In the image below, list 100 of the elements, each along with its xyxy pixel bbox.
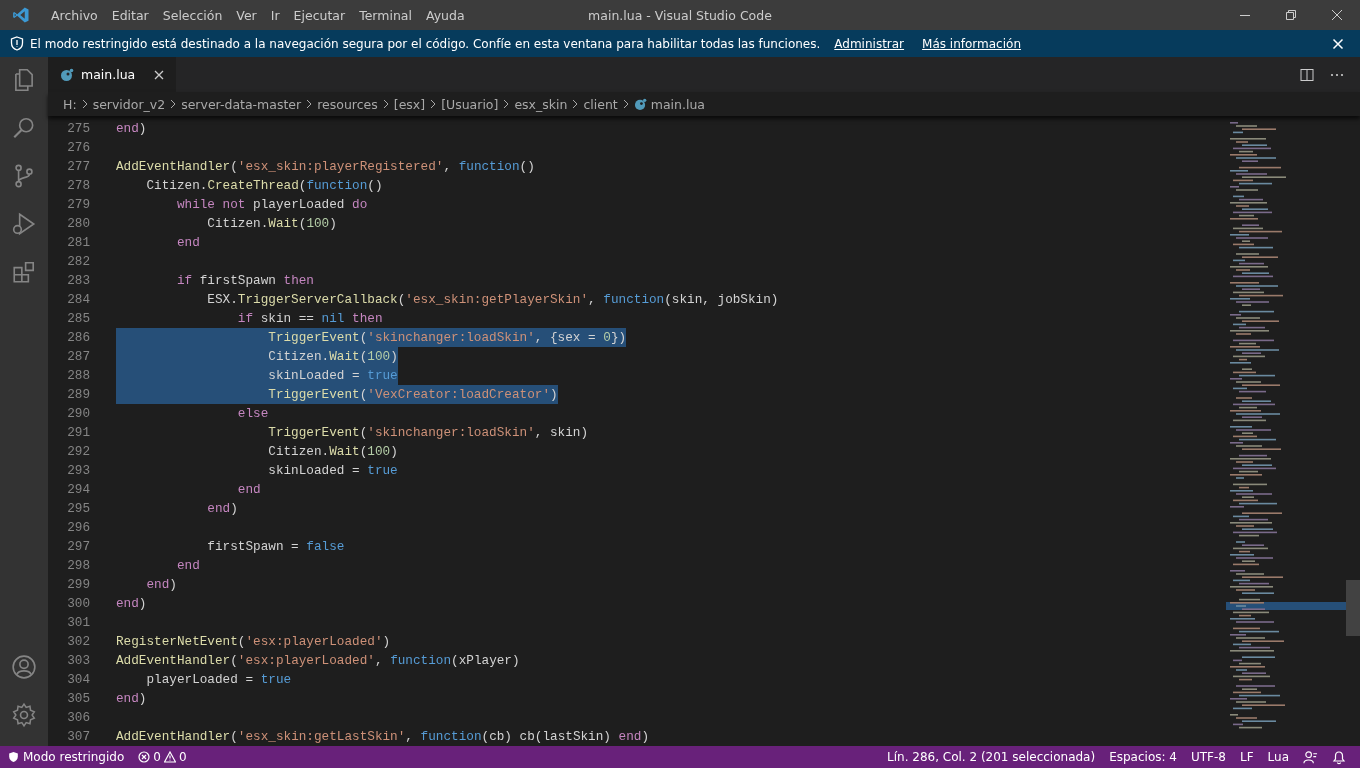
breadcrumb-item[interactable]: main.lua	[650, 96, 705, 112]
breadcrumb-item[interactable]: client	[583, 96, 618, 112]
banner-message: El modo restringido está destinado a la navegación segura por el código. Confíe en esta ventana para habilitar todas las funciones.	[30, 36, 821, 51]
code-line: Citizen.Wait(100)	[206, 215, 337, 233]
line-number: 285	[66, 311, 90, 326]
status-item[interactable]: UTF-8	[1191, 750, 1226, 764]
menu-item[interactable]: Selección	[155, 7, 230, 23]
menu-item[interactable]: Archivo	[44, 7, 105, 23]
banner-link[interactable]: Más información	[922, 36, 1021, 51]
code-line: if skin == nil then	[236, 310, 383, 328]
split-editor-icon[interactable]	[1300, 67, 1314, 82]
restore-icon[interactable]	[1285, 9, 1297, 21]
line-number: 289	[66, 387, 90, 402]
extensions-icon[interactable]	[11, 259, 37, 285]
line-number: 290	[66, 406, 90, 421]
line-number: 276	[66, 140, 90, 155]
breadcrumb-item[interactable]: H:	[63, 96, 77, 112]
code-line: AddEventHandler('esx_skin:playerRegistered', function()	[116, 158, 535, 176]
scrollbar-thumb[interactable]	[1346, 580, 1360, 636]
breadcrumb-item[interactable]: esx_skin	[514, 96, 568, 112]
breadcrumb-item[interactable]: resources	[317, 96, 378, 112]
line-number: 291	[66, 425, 90, 440]
menu-item[interactable]: Ver	[229, 7, 264, 23]
line-number: 278	[66, 178, 90, 193]
code-line: playerLoaded = true	[145, 671, 292, 689]
menu-item[interactable]: Ayuda	[418, 7, 472, 23]
chevron-icon	[381, 99, 390, 109]
line-number: 297	[66, 539, 90, 554]
code-line: end	[175, 557, 200, 575]
window-title: main.lua - Visual Studio Code	[588, 7, 772, 23]
code-line: firstSpawn = false	[206, 538, 345, 556]
lua-file-icon	[60, 67, 74, 82]
line-number: 305	[66, 691, 90, 706]
line-number: 298	[66, 558, 90, 573]
line-number: 279	[66, 197, 90, 212]
status-item[interactable]: Lua	[1267, 750, 1289, 764]
breadcrumb-item[interactable]: [Usuario]	[441, 96, 499, 112]
code-line: TriggerEvent('skinchanger:loadSkin', skin)	[267, 424, 589, 442]
line-number: 281	[66, 235, 90, 250]
code-line: end)	[116, 120, 147, 138]
menu-item[interactable]: Ejecutar	[286, 7, 353, 23]
line-number: 306	[66, 710, 90, 725]
menu-item[interactable]: Editar	[104, 7, 156, 23]
account-icon[interactable]	[11, 654, 37, 680]
run-debug-icon[interactable]	[11, 211, 37, 237]
code-line: AddEventHandler('esx:playerLoaded', function(xPlayer)	[116, 652, 520, 670]
line-number: 301	[66, 615, 90, 630]
line-number: 275	[66, 121, 90, 136]
warning-icon	[163, 751, 176, 763]
close-icon[interactable]	[154, 69, 165, 80]
breadcrumb-item[interactable]: server-data-master	[181, 96, 302, 112]
line-number: 296	[66, 520, 90, 535]
feedback-icon[interactable]	[1303, 749, 1318, 765]
code-line: else	[236, 405, 269, 423]
line-number: 277	[66, 159, 90, 174]
status-item[interactable]: Espacios: 4	[1109, 750, 1177, 764]
menu-item[interactable]: Terminal	[352, 7, 419, 23]
line-number: 287	[66, 349, 90, 364]
status-item[interactable]: LF	[1239, 750, 1254, 764]
shield-icon	[8, 751, 19, 763]
menu-item[interactable]: Ir	[263, 7, 287, 23]
code-line: if firstSpawn then	[175, 272, 314, 290]
chevron-icon	[429, 99, 438, 109]
breadcrumb-item[interactable]: servidor_v2	[92, 96, 166, 112]
close-icon[interactable]	[1331, 9, 1343, 21]
line-number: 303	[66, 653, 90, 668]
more-actions-icon[interactable]	[1330, 72, 1344, 77]
line-number: 304	[66, 672, 90, 687]
app-logo-icon	[12, 6, 30, 24]
lua-file-icon	[633, 97, 647, 111]
code-line: end)	[145, 576, 177, 594]
line-number: 299	[66, 577, 90, 592]
line-number: 293	[66, 463, 90, 478]
code-line: end	[175, 234, 200, 252]
chevron-icon	[169, 99, 178, 109]
code-line: Citizen.CreateThread(function()	[145, 177, 383, 195]
status-item[interactable]: Lín. 286, Col. 2 (201 seleccionada)	[887, 750, 1096, 764]
line-number: 280	[66, 216, 90, 231]
line-number: 286	[66, 330, 90, 345]
line-number: 307	[66, 729, 90, 744]
code-line: Citizen.Wait(100)	[267, 443, 398, 461]
code-line: skinLoaded = true	[267, 462, 398, 480]
line-number: 295	[66, 501, 90, 516]
shield-icon	[10, 36, 24, 51]
line-number: 288	[66, 368, 90, 383]
restricted-mode-indicator[interactable]: Modo restringido	[8, 750, 125, 764]
editor-tab[interactable]: main.lua	[48, 57, 177, 92]
code-line: end	[236, 481, 261, 499]
code-line: end)	[116, 595, 147, 613]
banner-link[interactable]: Administrar	[834, 36, 905, 51]
chevron-icon	[502, 99, 511, 109]
code-line: AddEventHandler('esx_skin:getLastSkin', function(cb) cb(lastSkin) end)	[116, 728, 650, 746]
line-number: 294	[66, 482, 90, 497]
settings-icon[interactable]	[11, 702, 37, 728]
code-line: end)	[116, 690, 147, 708]
notifications-icon[interactable]	[1332, 749, 1346, 765]
problems-indicator[interactable]: 0 0	[138, 750, 187, 764]
breadcrumb-item[interactable]: [esx]	[393, 96, 426, 112]
line-number: 300	[66, 596, 90, 611]
code-line: RegisterNetEvent('esx:playerLoaded')	[116, 633, 391, 651]
